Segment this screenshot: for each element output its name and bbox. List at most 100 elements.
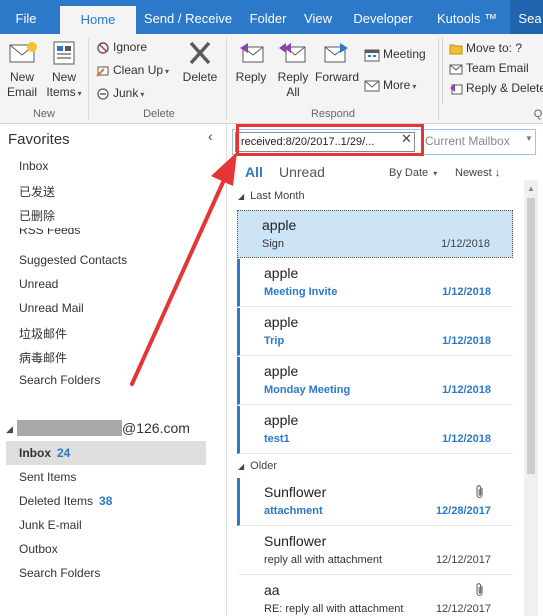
folder-item-deleted-items[interactable]: Deleted Items 38 xyxy=(19,494,112,508)
group-header-label: Last Month xyxy=(250,190,305,202)
reply-button[interactable]: Reply xyxy=(232,38,270,85)
folder-item-sent-cn[interactable]: 已发送 xyxy=(19,183,55,200)
account-domain[interactable]: @126.com xyxy=(122,420,190,436)
scrollbar-thumb[interactable] xyxy=(527,198,535,474)
message-date: 1/12/2018 xyxy=(442,286,491,298)
tab-developer[interactable]: Developer xyxy=(340,0,426,34)
folder-item-unread[interactable]: Unread xyxy=(19,277,58,291)
message-row[interactable]: apple Meeting Invite 1/12/2018 xyxy=(237,259,513,307)
quick-step-team-email[interactable]: Team Email xyxy=(449,60,529,76)
junk-button[interactable]: Junk ▾ xyxy=(96,85,144,103)
chevron-down-icon[interactable]: ▼ xyxy=(525,134,533,143)
filter-unread[interactable]: Unread xyxy=(279,164,325,180)
reply-all-button[interactable]: Reply All xyxy=(274,38,312,100)
meeting-button[interactable]: Meeting xyxy=(364,46,426,62)
message-subject: reply all with attachment xyxy=(264,554,382,566)
message-row[interactable]: apple test1 1/12/2018 xyxy=(237,406,513,454)
junk-icon xyxy=(97,88,109,100)
folder-item-deleted-cn[interactable]: 已删除 xyxy=(19,207,55,224)
folder-item-rss-feeds[interactable]: RSS Feeds xyxy=(19,228,80,238)
group-label-new: New xyxy=(32,108,55,120)
folder-item-outbox[interactable]: Outbox xyxy=(19,542,58,556)
tab-search[interactable]: Sea xyxy=(510,0,543,34)
message-row[interactable]: Sunflower reply all with attachment 12/12/… xyxy=(237,527,513,575)
search-highlight-box xyxy=(236,124,424,156)
message-row[interactable]: apple Monday Meeting 1/12/2018 xyxy=(237,357,513,405)
new-items-label-1: New xyxy=(51,70,76,84)
tab-kutools[interactable]: Kutools ™ xyxy=(426,0,508,34)
message-date: 1/12/2018 xyxy=(442,433,491,445)
new-email-label-2: Email xyxy=(6,85,37,99)
message-subject: RE: reply all with attachment xyxy=(264,603,404,615)
sort-order-label: Newest xyxy=(455,167,492,179)
message-date: 12/12/2017 xyxy=(435,603,491,615)
quick-step-move-to[interactable]: Move to: ? xyxy=(449,40,522,56)
new-items-icon xyxy=(53,41,75,65)
folder-item-inbox[interactable]: Inbox 24 xyxy=(19,446,70,460)
more-icon xyxy=(364,80,380,92)
folder-item-search-folders-fav[interactable]: Search Folders xyxy=(19,373,100,387)
chevron-down-icon: ▾ xyxy=(140,90,145,99)
sort-by-dropdown[interactable]: By Date ▾ xyxy=(389,167,437,179)
tab-view[interactable]: View xyxy=(296,0,340,34)
quick-steps-gallery: Move to: ? Team Email Reply & Delete xyxy=(442,38,543,104)
new-items-button[interactable]: New Items ▾ xyxy=(44,38,84,101)
message-row[interactable]: apple Sign 1/12/2018 xyxy=(237,210,513,258)
clean-up-button[interactable]: Clean Up ▾ xyxy=(96,62,169,80)
expand-account-icon[interactable]: ◢ xyxy=(6,424,13,435)
attachment-icon xyxy=(476,485,483,499)
chevron-down-icon: ▾ xyxy=(412,82,417,91)
folder-item-search-folders[interactable]: Search Folders xyxy=(19,566,100,580)
folder-item-inbox-favorite[interactable]: Inbox xyxy=(19,159,48,173)
tab-folder[interactable]: Folder xyxy=(240,0,296,34)
delete-icon xyxy=(189,41,211,65)
tab-home[interactable]: Home xyxy=(60,6,136,34)
search-scope-dropdown[interactable]: Current Mailbox xyxy=(425,134,510,148)
junk-label: Junk xyxy=(113,86,139,100)
folder-item-sent-items[interactable]: Sent Items xyxy=(19,470,76,484)
chevron-down-icon: ▾ xyxy=(433,169,438,178)
collapse-pane-icon[interactable]: ‹ xyxy=(208,128,213,144)
delete-label: Delete xyxy=(182,70,218,84)
forward-button[interactable]: Forward xyxy=(314,38,360,85)
message-subject: Trip xyxy=(264,335,285,347)
meeting-icon xyxy=(364,49,380,62)
message-subject: test1 xyxy=(264,433,290,445)
message-row[interactable]: apple Trip 1/12/2018 xyxy=(237,308,513,356)
message-row[interactable]: Sunflower attachment 12/28/2017 xyxy=(237,478,513,526)
message-row[interactable]: aa RE: reply all with attachment 12/12/201… xyxy=(237,576,513,616)
favorites-header[interactable]: Favorites xyxy=(8,131,70,148)
folder-name: Inbox xyxy=(19,446,51,460)
clean-up-label: Clean Up xyxy=(113,63,164,77)
folder-item-unread-mail[interactable]: Unread Mail xyxy=(19,301,84,315)
unread-count-badge: 38 xyxy=(99,494,113,508)
quick-step-reply-delete[interactable]: Reply & Delete xyxy=(449,80,543,96)
message-date: 12/28/2017 xyxy=(435,505,491,517)
new-email-button[interactable]: New Email xyxy=(4,38,40,100)
message-date: 1/12/2018 xyxy=(442,335,491,347)
new-email-icon xyxy=(9,42,37,63)
tab-file[interactable]: File xyxy=(0,0,52,34)
folder-item-junk-cn[interactable]: 垃圾邮件 xyxy=(19,325,67,342)
sort-by-label: By Date xyxy=(389,167,429,179)
ignore-button[interactable]: Ignore xyxy=(96,39,147,55)
folder-item-junk-email[interactable]: Junk E-mail xyxy=(19,518,82,532)
message-date: 12/12/2017 xyxy=(435,554,491,566)
scroll-up-arrow-icon[interactable]: ▲ xyxy=(527,184,535,193)
reply-all-label-2: All xyxy=(286,85,300,99)
sort-order-toggle[interactable]: Newest ↓ xyxy=(455,167,500,179)
delete-button[interactable]: Delete xyxy=(180,38,220,85)
message-list-scrollbar[interactable]: ▲ xyxy=(524,180,538,616)
folder-item-virus-cn[interactable]: 病毒邮件 xyxy=(19,349,67,366)
message-sender: apple xyxy=(264,363,299,379)
forward-icon xyxy=(324,43,348,63)
group-header-last-month[interactable]: ◢ Last Month xyxy=(238,190,305,202)
ribbon-tabbar: File Home Send / Receive Folder View Dev… xyxy=(0,0,543,34)
filter-all[interactable]: All xyxy=(245,164,263,180)
tab-send-receive[interactable]: Send / Receive xyxy=(136,0,240,34)
group-header-older[interactable]: ◢ Older xyxy=(238,460,277,472)
folder-name: Sent Items xyxy=(19,470,77,484)
group-header-label: Older xyxy=(250,460,278,472)
folder-item-suggested-contacts[interactable]: Suggested Contacts xyxy=(19,253,127,267)
more-button[interactable]: More ▾ xyxy=(364,77,416,95)
